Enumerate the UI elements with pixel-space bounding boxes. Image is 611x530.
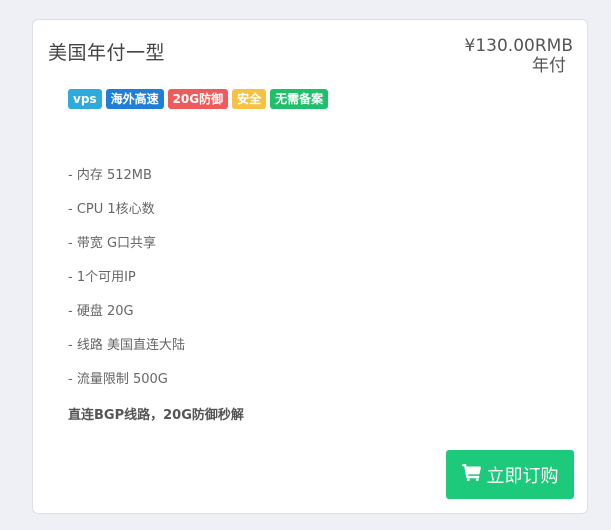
highlight-text: 直连BGP线路，20G防御秒解 xyxy=(68,408,244,423)
tag-secure: 安全 xyxy=(232,89,267,109)
tag-ddos-protection: 20G防御 xyxy=(167,89,229,109)
tag-list: vps 海外高速 20G防御 安全 无需备案 xyxy=(68,89,329,109)
feature-memory: - 内存 512MB xyxy=(68,168,152,183)
buy-now-button[interactable]: 立即订购 xyxy=(446,450,574,499)
tag-overseas-fast: 海外高速 xyxy=(105,89,164,109)
feature-list: - 内存 512MB - CPU 1核心数 - 带宽 G口共享 - 1个可用IP… xyxy=(68,166,185,404)
feature-cpu: - CPU 1核心数 xyxy=(68,202,155,217)
buy-now-label: 立即订购 xyxy=(486,465,559,487)
feature-bandwidth: - 带宽 G口共享 xyxy=(68,236,157,251)
price-block: ¥130.00RMB 年付 xyxy=(465,36,573,76)
feature-disk: - 硬盘 20G xyxy=(68,304,134,319)
feature-ip: - 1个可用IP xyxy=(68,270,136,285)
tag-vps: vps xyxy=(68,89,102,109)
feature-route: - 线路 美国直连大陆 xyxy=(68,338,185,353)
product-title: 美国年付一型 xyxy=(48,42,166,64)
price-period: 年付 xyxy=(532,56,566,76)
cart-icon xyxy=(461,463,487,486)
product-card: 美国年付一型 ¥130.00RMB 年付 vps 海外高速 20G防御 安全 无… xyxy=(32,19,588,514)
tag-no-filing: 无需备案 xyxy=(270,89,329,109)
price-amount: ¥130.00RMB xyxy=(464,36,573,56)
feature-traffic: - 流量限制 500G xyxy=(68,372,168,387)
